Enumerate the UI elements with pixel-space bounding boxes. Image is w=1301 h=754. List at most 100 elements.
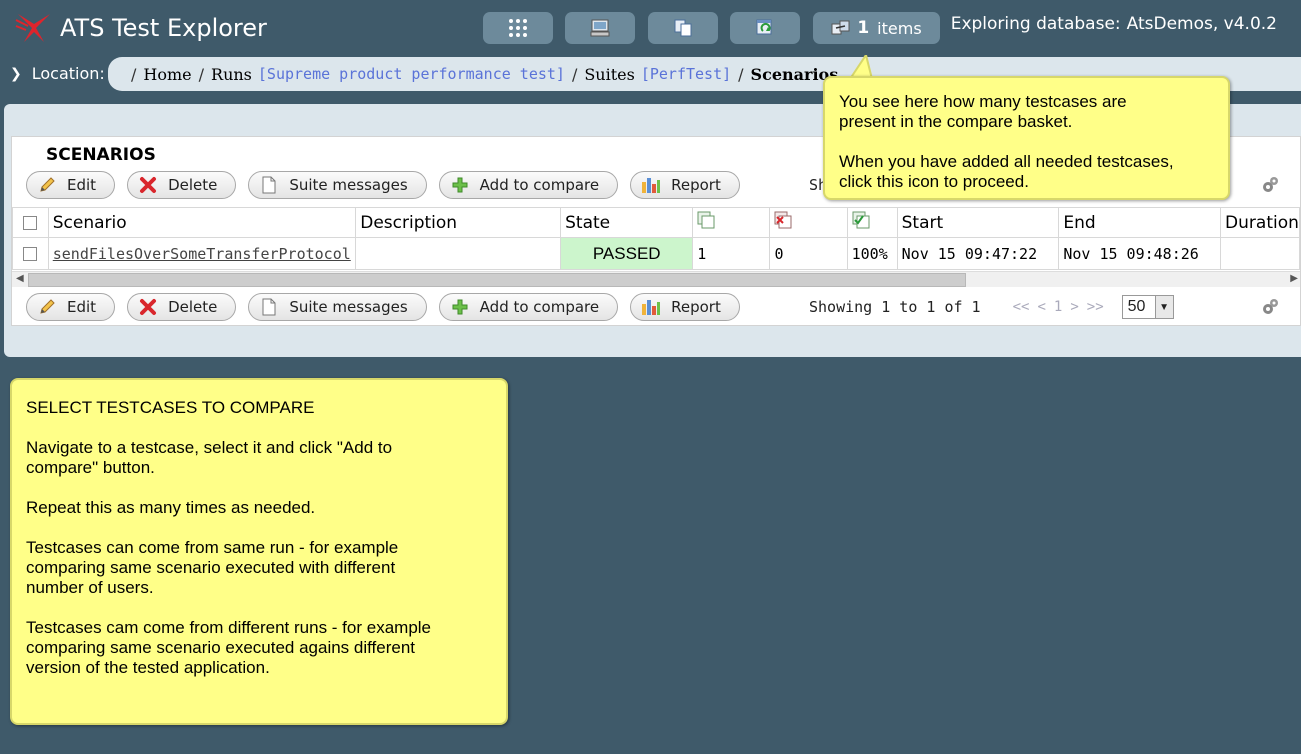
scenarios-table: Scenario Description State Start End Dur… — [12, 207, 1300, 270]
database-label: Exploring database: — [950, 14, 1121, 34]
state-cell: PASSED — [560, 237, 694, 270]
bottom-toolbar: Edit Delete Suite messages Add to compar… — [26, 292, 752, 322]
apps-grid-button[interactable] — [483, 12, 553, 44]
column-header-description[interactable]: Description — [355, 207, 562, 238]
report-button[interactable]: Report — [630, 293, 740, 321]
basket-count: 1 — [857, 18, 870, 38]
delete-button[interactable]: Delete — [127, 171, 237, 199]
pager-first[interactable]: << — [1013, 299, 1030, 315]
delete-button-label: Delete — [168, 176, 218, 194]
table-header-row: Scenario Description State Start End Dur… — [12, 207, 1300, 238]
column-header-passed[interactable] — [846, 207, 898, 238]
pager-page[interactable]: 1 — [1054, 299, 1062, 315]
compare-basket-button[interactable]: 1 items — [813, 12, 940, 44]
breadcrumb-run-name[interactable]: [Supreme product performance test] — [258, 65, 565, 83]
end-cell: Nov 15 09:48:26 — [1058, 237, 1222, 270]
select-callout-p4: Testcases cam come from different runs -… — [26, 618, 432, 677]
column-header-end[interactable]: End — [1058, 207, 1222, 238]
select-callout-p1: Navigate to a testcase, select it and cl… — [26, 438, 393, 477]
settings-gear-icon[interactable] — [1260, 175, 1280, 195]
horizontal-scrollbar[interactable]: ◀ ▶ — [12, 271, 1300, 287]
breadcrumb-suites[interactable]: Suites — [584, 65, 635, 84]
location-label: ❯ Location: — [10, 64, 105, 83]
table-row[interactable]: sendFilesOverSomeTransferProtocol PASSED… — [12, 237, 1300, 270]
pager-last[interactable]: >> — [1087, 299, 1104, 315]
breadcrumb-runs[interactable]: Runs — [211, 65, 252, 84]
column-header-scenario[interactable]: Scenario — [47, 207, 357, 238]
bar-chart-icon — [641, 297, 661, 317]
scroll-right-icon[interactable]: ▶ — [1290, 273, 1298, 284]
refresh-window-button[interactable] — [730, 12, 800, 44]
report-button-label: Report — [671, 176, 721, 194]
start-cell: Nov 15 09:47:22 — [896, 237, 1060, 270]
copy-pages-button[interactable] — [648, 12, 718, 44]
breadcrumb-suite-name[interactable]: [PerfTest] — [641, 65, 731, 83]
pager: Showing 1 to 1 of 1 << < 1 > >> 50 ▼ — [809, 292, 1174, 322]
failed-cell: 0 — [769, 237, 848, 270]
monitor-button[interactable] — [565, 12, 635, 44]
row-checkbox-cell — [12, 237, 49, 270]
scenario-cell: sendFilesOverSomeTransferProtocol — [47, 237, 357, 270]
duration-cell — [1220, 237, 1300, 270]
plus-icon — [450, 297, 470, 317]
row-checkbox[interactable] — [23, 247, 38, 261]
column-header-total[interactable] — [692, 207, 771, 238]
basket-label: items — [877, 18, 922, 38]
passed-pct-cell: 100% — [846, 237, 898, 270]
suite-messages-button[interactable]: Suite messages — [248, 293, 427, 321]
passed-testcases-icon — [852, 211, 870, 229]
copy-pages-icon — [674, 19, 692, 37]
refresh-window-icon — [756, 19, 772, 35]
add-to-compare-button[interactable]: Add to compare — [438, 293, 619, 321]
suite-messages-button[interactable]: Suite messages — [248, 171, 427, 199]
scroll-left-icon[interactable]: ◀ — [16, 273, 24, 284]
top-toolbar: Edit Delete Suite messages Add to compar… — [26, 170, 752, 200]
edit-button[interactable]: Edit — [26, 171, 116, 199]
report-button[interactable]: Report — [630, 171, 740, 199]
breadcrumb-separator: / — [571, 64, 578, 84]
database-name: AtsDemos, v4.0.2 — [1126, 14, 1277, 34]
select-all-checkbox-cell — [12, 207, 49, 238]
page-size-select[interactable]: 50 ▼ — [1121, 295, 1174, 319]
pager-showing: Showing 1 to 1 of 1 — [809, 298, 981, 316]
breadcrumb-separator: / — [198, 64, 205, 84]
report-button-label: Report — [671, 298, 721, 316]
suite-messages-label: Suite messages — [289, 176, 408, 194]
add-to-compare-button[interactable]: Add to compare — [438, 171, 619, 199]
scrollbar-thumb[interactable] — [28, 273, 966, 287]
chevron-right-icon: ❯ — [10, 65, 22, 82]
column-header-start[interactable]: Start — [896, 207, 1060, 238]
column-header-failed[interactable] — [769, 207, 848, 238]
delete-x-icon — [138, 297, 158, 317]
settings-gear-icon[interactable] — [1260, 297, 1280, 317]
pager-next[interactable]: > — [1070, 299, 1078, 315]
app-title-text: ATS Test Explorer — [60, 14, 267, 42]
basket-callout-p2: When you have added all needed testcases… — [839, 152, 1174, 191]
description-cell — [355, 237, 562, 270]
basket-callout-p1: You see here how many testcases are pres… — [839, 92, 1127, 131]
ats-logo-icon — [15, 14, 50, 42]
plus-icon — [450, 175, 470, 195]
basket-callout: You see here how many testcases are pres… — [823, 76, 1230, 200]
edit-button-label: Edit — [67, 298, 97, 316]
breadcrumb-separator: / — [131, 64, 137, 84]
column-header-state[interactable]: State — [560, 207, 694, 238]
delete-button[interactable]: Delete — [127, 293, 237, 321]
select-callout-p3: Testcases can come from same run - for e… — [26, 538, 399, 597]
add-to-compare-label: Add to compare — [479, 298, 600, 316]
pencil-icon — [37, 297, 57, 317]
app-title: ATS Test Explorer — [14, 8, 267, 48]
total-testcases-icon — [697, 211, 715, 229]
database-info: Exploring database: AtsDemos, v4.0.2 — [951, 14, 1277, 34]
select-all-checkbox[interactable] — [23, 215, 38, 230]
total-cell: 1 — [692, 237, 771, 270]
location-label-text: Location: — [31, 64, 105, 83]
edit-button[interactable]: Edit — [26, 293, 116, 321]
bar-chart-icon — [641, 175, 661, 195]
column-header-duration[interactable]: Duration — [1220, 207, 1300, 238]
breadcrumb-home[interactable]: Home — [143, 65, 191, 84]
pager-prev[interactable]: < — [1037, 299, 1045, 315]
pencil-icon — [37, 175, 57, 195]
document-icon — [259, 297, 279, 317]
scenario-link[interactable]: sendFilesOverSomeTransferProtocol — [53, 245, 351, 263]
